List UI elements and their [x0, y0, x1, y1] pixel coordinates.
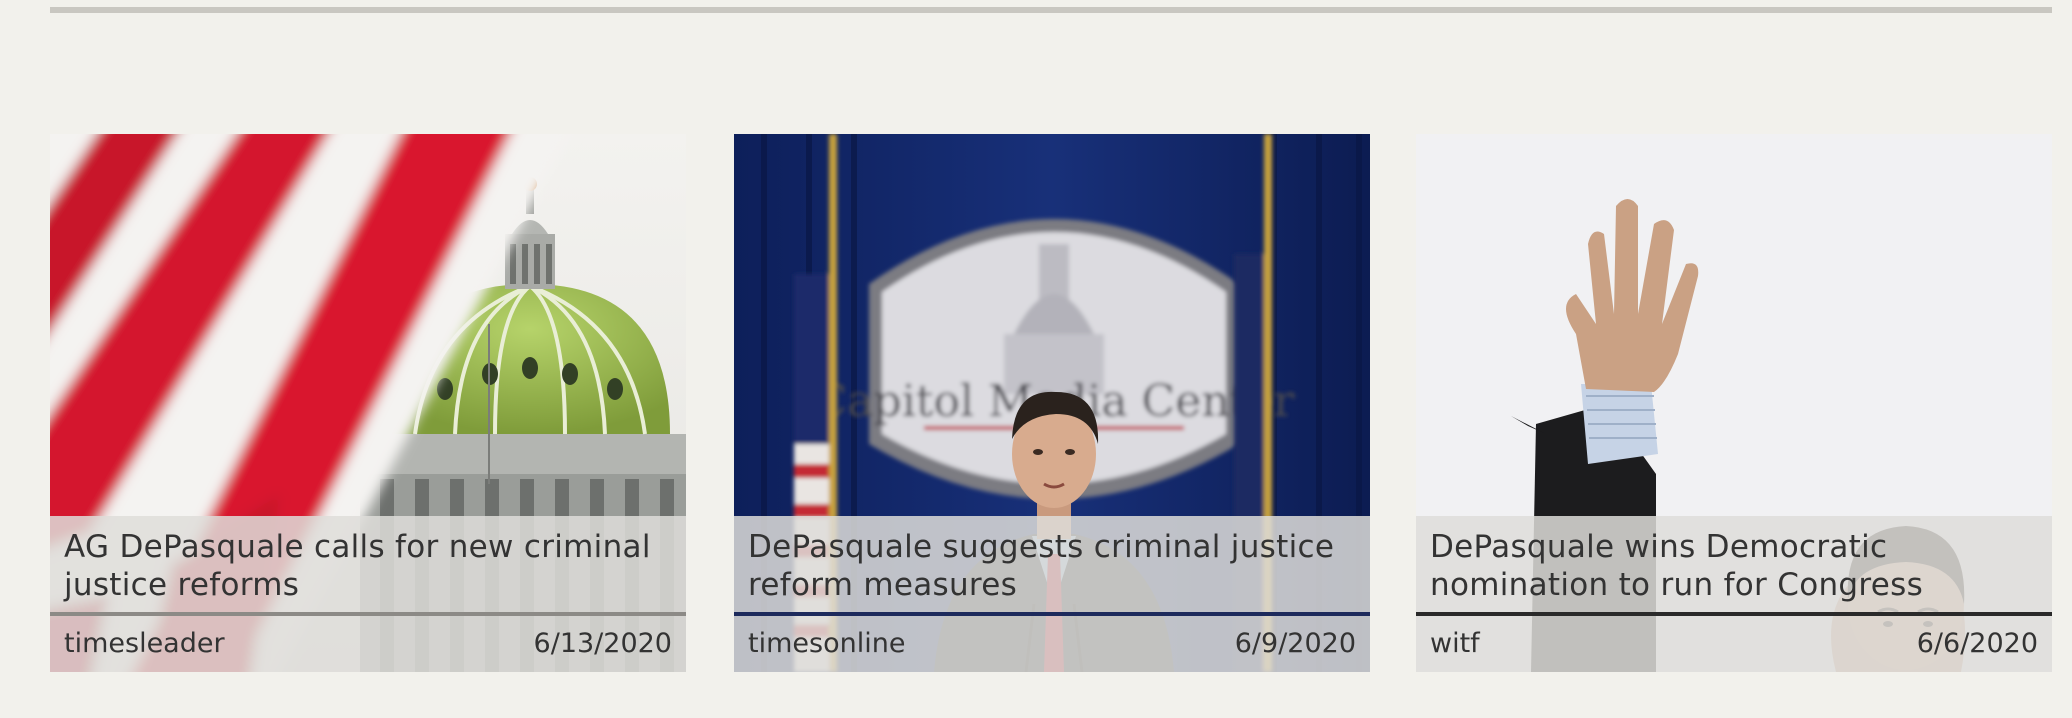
- card-meta-bar: witf 6/6/2020: [1416, 616, 2052, 672]
- article-date: 6/13/2020: [533, 628, 672, 659]
- top-divider: [50, 7, 2052, 13]
- article-source: witf: [1430, 628, 1480, 659]
- card-title-panel: AG DePasquale calls for new criminal jus…: [50, 516, 686, 612]
- news-card[interactable]: DePasquale wins Democratic nomination to…: [1416, 134, 2052, 672]
- article-source: timesleader: [64, 628, 225, 659]
- card-meta-bar: timesleader 6/13/2020: [50, 616, 686, 672]
- card-meta-bar: timesonline 6/9/2020: [734, 616, 1370, 672]
- card-title-panel: DePasquale wins Democratic nomination to…: [1416, 516, 2052, 612]
- news-card[interactable]: Capitol Media Center: [734, 134, 1370, 672]
- card-title-panel: DePasquale suggests criminal justice ref…: [734, 516, 1370, 612]
- article-title[interactable]: DePasquale suggests criminal justice ref…: [748, 528, 1358, 604]
- article-title[interactable]: AG DePasquale calls for new criminal jus…: [64, 528, 674, 604]
- article-title[interactable]: DePasquale wins Democratic nomination to…: [1430, 528, 2040, 604]
- news-card[interactable]: AG DePasquale calls for new criminal jus…: [50, 134, 686, 672]
- news-card-list: AG DePasquale calls for new criminal jus…: [50, 134, 2052, 672]
- article-source: timesonline: [748, 628, 906, 659]
- article-date: 6/9/2020: [1234, 628, 1356, 659]
- article-date: 6/6/2020: [1916, 628, 2038, 659]
